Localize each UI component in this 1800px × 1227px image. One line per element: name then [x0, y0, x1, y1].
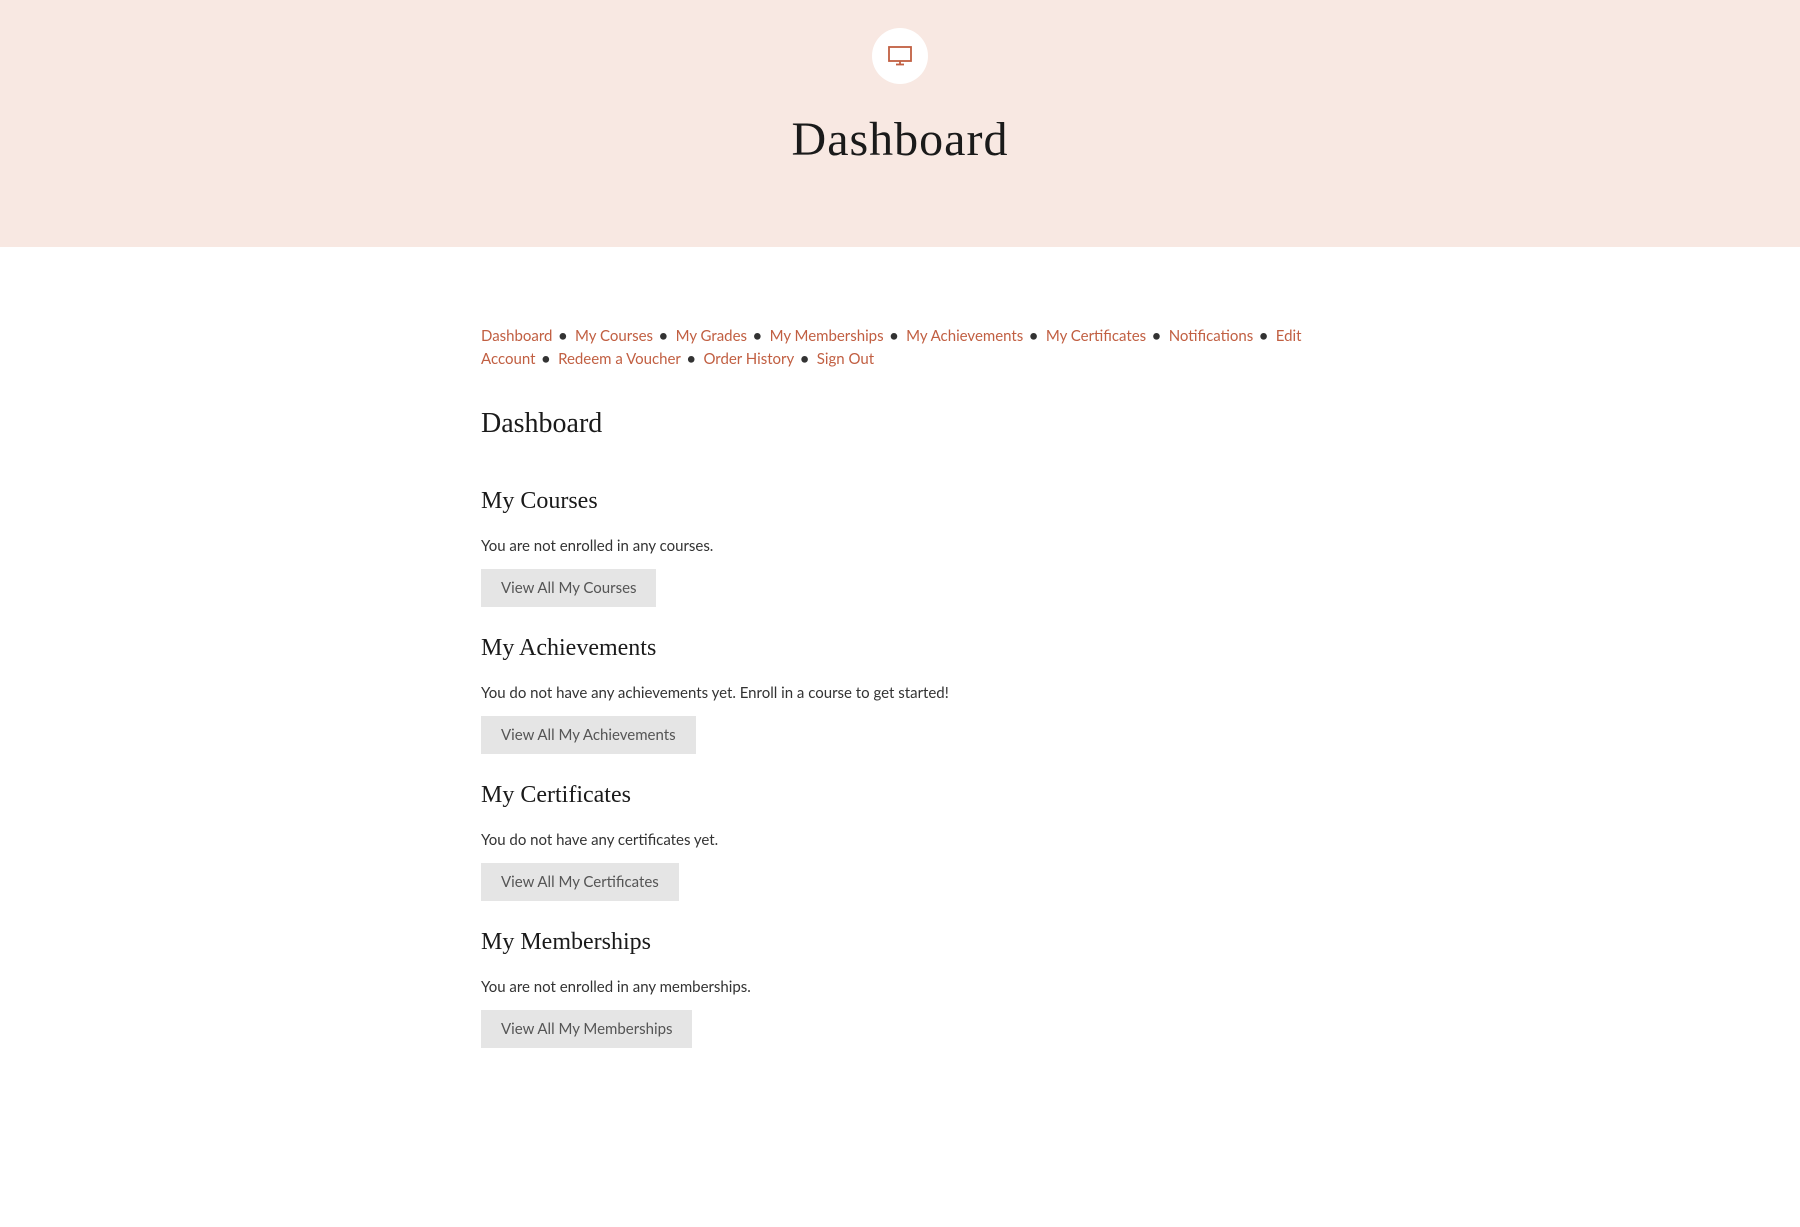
nav-dashboard[interactable]: Dashboard	[481, 327, 552, 345]
nav-order-history[interactable]: Order History	[703, 350, 794, 368]
section-achievements-title: My Achievements	[481, 635, 1319, 662]
dashboard-nav: Dashboard • My Courses • My Grades • My Mem…	[481, 325, 1319, 370]
section-memberships-title: My Memberships	[481, 929, 1319, 956]
nav-separator: •	[800, 350, 809, 368]
section-memberships: My Memberships You are not enrolled in a…	[481, 929, 1319, 1048]
nav-my-achievements[interactable]: My Achievements	[906, 327, 1023, 345]
nav-my-certificates[interactable]: My Certificates	[1046, 327, 1146, 345]
nav-separator: •	[687, 350, 696, 368]
hero-title: Dashboard	[0, 112, 1800, 167]
nav-separator: •	[1259, 327, 1268, 345]
nav-separator: •	[659, 327, 668, 345]
section-courses-empty: You are not enrolled in any courses.	[481, 537, 1319, 555]
section-memberships-empty: You are not enrolled in any memberships.	[481, 978, 1319, 996]
hero-icon-wrapper	[872, 28, 928, 84]
nav-my-memberships[interactable]: My Memberships	[770, 327, 884, 345]
view-all-achievements-button[interactable]: View All My Achievements	[481, 716, 696, 754]
nav-separator: •	[890, 327, 899, 345]
view-all-certificates-button[interactable]: View All My Certificates	[481, 863, 679, 901]
desktop-icon	[888, 46, 912, 66]
nav-sign-out[interactable]: Sign Out	[817, 350, 874, 368]
nav-my-courses[interactable]: My Courses	[575, 327, 653, 345]
nav-separator: •	[1152, 327, 1161, 345]
view-all-courses-button[interactable]: View All My Courses	[481, 569, 656, 607]
section-certificates-empty: You do not have any certificates yet.	[481, 831, 1319, 849]
nav-separator: •	[1029, 327, 1038, 345]
section-achievements-empty: You do not have any achievements yet. En…	[481, 684, 1319, 702]
section-achievements: My Achievements You do not have any achi…	[481, 635, 1319, 754]
view-all-memberships-button[interactable]: View All My Memberships	[481, 1010, 692, 1048]
page-title: Dashboard	[481, 408, 1319, 440]
nav-separator: •	[558, 327, 567, 345]
nav-separator: •	[753, 327, 762, 345]
hero-banner: Dashboard	[0, 0, 1800, 247]
section-certificates-title: My Certificates	[481, 782, 1319, 809]
nav-notifications[interactable]: Notifications	[1169, 327, 1254, 345]
nav-redeem-voucher[interactable]: Redeem a Voucher	[558, 350, 681, 368]
nav-separator: •	[542, 350, 551, 368]
section-courses-title: My Courses	[481, 488, 1319, 515]
section-certificates: My Certificates You do not have any cert…	[481, 782, 1319, 901]
section-courses: My Courses You are not enrolled in any c…	[481, 488, 1319, 607]
nav-my-grades[interactable]: My Grades	[676, 327, 747, 345]
main-content: Dashboard • My Courses • My Grades • My Mem…	[481, 247, 1319, 1116]
